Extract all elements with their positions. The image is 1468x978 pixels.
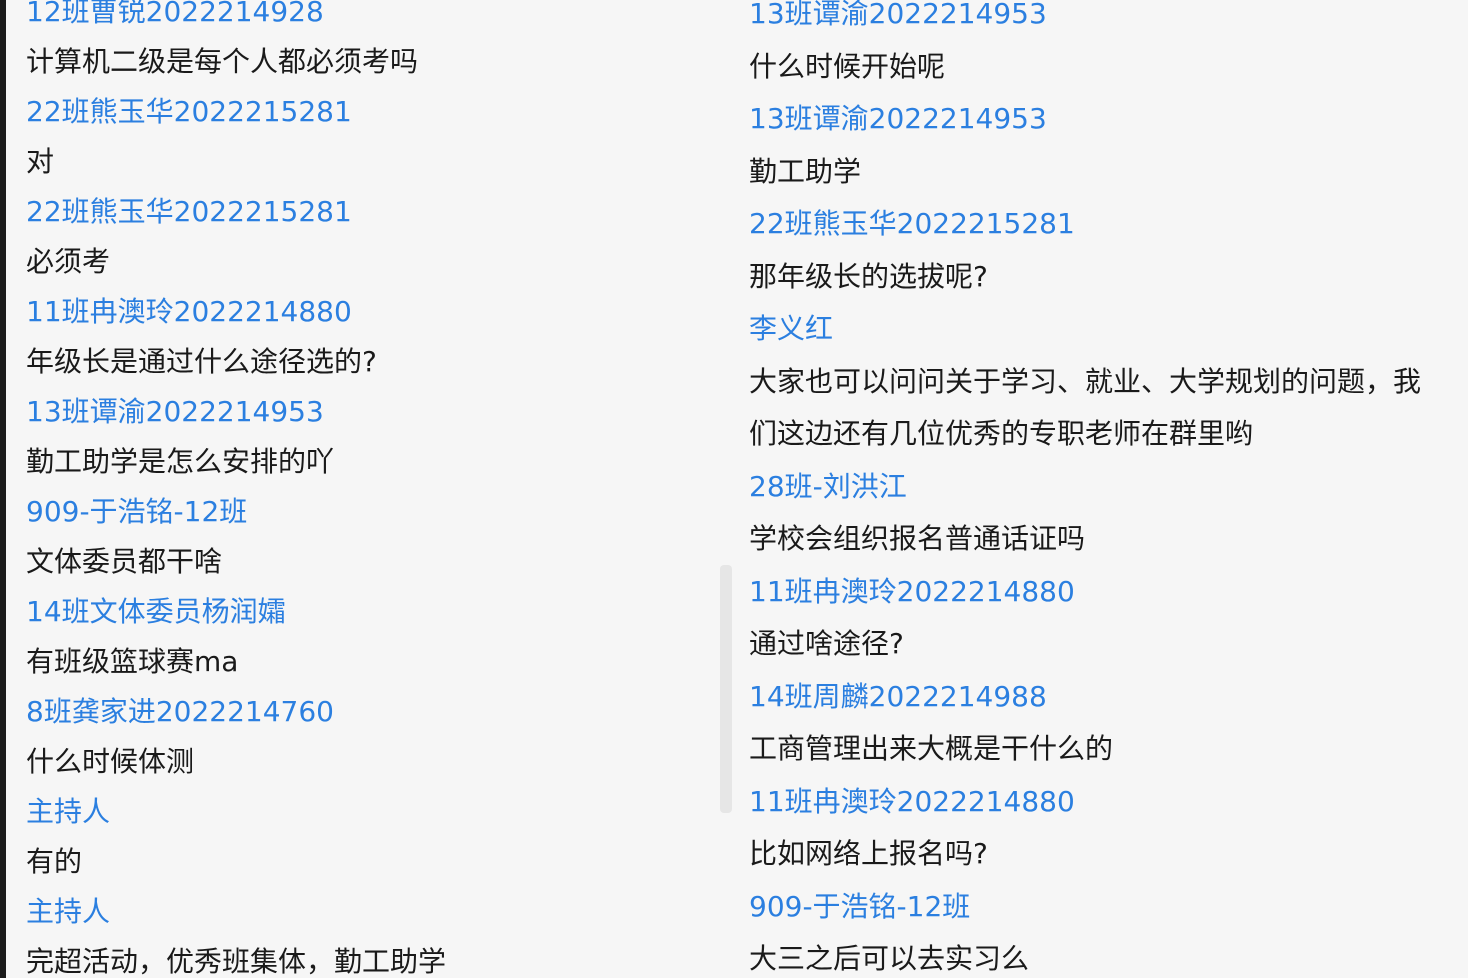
sender-name[interactable]: 909-于浩铭-12班 <box>26 487 706 537</box>
scrollbar-thumb[interactable] <box>720 565 732 813</box>
chat-message: 学校会组织报名普通话证吗 <box>749 522 1086 555</box>
sender-name[interactable]: 13班谭渝2022214953 <box>26 387 706 437</box>
chat-message: 有的 <box>26 845 83 878</box>
chat-message: 文体委员都干啥 <box>26 545 223 578</box>
sender-name[interactable]: 11班冉澳玲2022214880 <box>26 287 706 337</box>
sender-name[interactable]: 12班曹锐2022214928 <box>26 0 706 37</box>
chat-message: 大家也可以问问关于学习、就业、大学规划的问题，我 <box>749 364 1422 398</box>
sender-name[interactable]: 22班熊玉华2022215281 <box>749 198 1468 251</box>
sender-name[interactable]: 主持人 <box>26 887 706 937</box>
sender-name[interactable]: 14班文体委员杨润孀 <box>26 587 706 637</box>
sender-name[interactable]: 13班谭渝2022214953 <box>749 93 1468 146</box>
chat-message: 完超活动，优秀班集体，勤工助学 <box>26 945 447 978</box>
chat-message: 通过啥途径? <box>749 627 904 660</box>
chat-message: 对 <box>26 145 55 178</box>
chat-message: 什么时候开始呢 <box>749 49 946 83</box>
chat-message: 有班级篮球赛ma <box>26 645 239 678</box>
sender-name[interactable]: 14班周麟2022214988 <box>749 671 1468 724</box>
sender-name[interactable]: 11班冉澳玲2022214880 <box>749 566 1468 619</box>
chat-message: 必须考 <box>26 245 111 278</box>
sender-name[interactable]: 主持人 <box>26 787 706 837</box>
chat-message: 计算机二级是每个人都必须考吗 <box>26 45 419 78</box>
sender-name[interactable]: 8班龚家进2022214760 <box>26 687 706 737</box>
chat-message: 勤工助学 <box>749 154 862 188</box>
sender-name[interactable]: 22班熊玉华2022215281 <box>26 187 706 237</box>
chat-message: 年级长是通过什么途径选的? <box>26 345 377 378</box>
sender-name[interactable]: 13班谭渝2022214953 <box>749 0 1468 41</box>
chat-message: 什么时候体测 <box>26 745 195 778</box>
chat-message: 比如网络上报名吗? <box>749 837 988 870</box>
sender-name[interactable]: 22班熊玉华2022215281 <box>26 87 706 137</box>
chat-message: 那年级长的选拔呢? <box>749 259 988 293</box>
sender-name[interactable]: 11班冉澳玲2022214880 <box>749 776 1468 829</box>
sender-name[interactable]: 李义红 <box>749 303 1468 356</box>
chat-message: 大三之后可以去实习么 <box>749 942 1030 975</box>
chat-message: 工商管理出来大概是干什么的 <box>749 732 1114 765</box>
chat-message-continuation: 们这边还有几位优秀的专职老师在群里哟 <box>749 417 1254 450</box>
sender-name[interactable]: 28班-刘洪江 <box>749 461 1468 514</box>
chat-message: 勤工助学是怎么安排的吖 <box>26 445 335 478</box>
sender-name[interactable]: 909-于浩铭-12班 <box>749 881 1468 934</box>
chat-column-left[interactable]: 12班曹锐2022214928 计算机二级是每个人都必须考吗 22班熊玉华202… <box>26 0 706 978</box>
window-left-edge <box>0 0 6 978</box>
chat-column-right[interactable]: 13班谭渝2022214953 什么时候开始呢 13班谭渝2022214953 … <box>749 0 1468 978</box>
